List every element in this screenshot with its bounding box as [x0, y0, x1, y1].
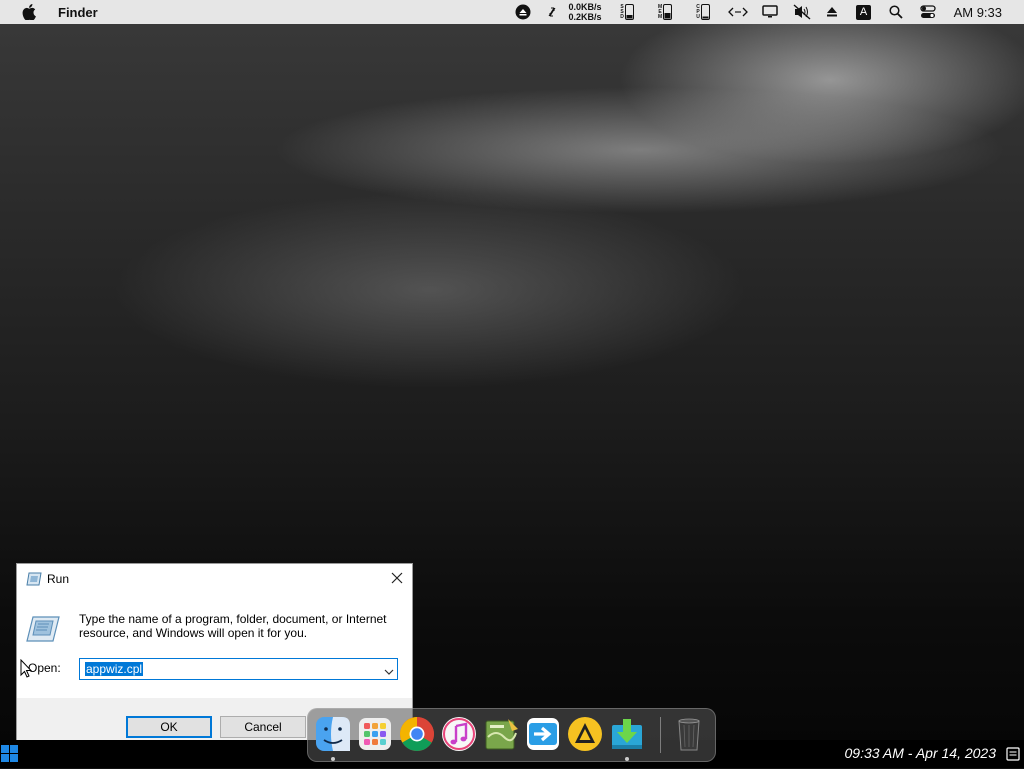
- network-download-speed: 0.2KB/s: [568, 12, 602, 22]
- itunes-icon[interactable]: [440, 715, 478, 753]
- network-speed: 0.0KB/s 0.2KB/s: [569, 2, 602, 22]
- cancel-button[interactable]: Cancel: [220, 716, 306, 738]
- trash-icon[interactable]: [670, 715, 708, 753]
- dock: [307, 708, 716, 762]
- vlc-icon[interactable]: [566, 715, 604, 753]
- menu-bar-clock[interactable]: AM 9:33: [954, 5, 1002, 20]
- network-upload-speed: 0.0KB/s: [568, 2, 602, 12]
- control-center-icon[interactable]: [916, 0, 940, 24]
- migration-assistant-icon[interactable]: [524, 715, 562, 753]
- run-program-icon: [26, 614, 60, 644]
- eject-circle-icon[interactable]: [513, 0, 533, 24]
- windows-start-icon[interactable]: [0, 744, 20, 764]
- ssd-gauge-icon: [624, 4, 634, 20]
- keyboard-input-icon[interactable]: A: [852, 0, 876, 24]
- run-dialog-body: Type the name of a program, folder, docu…: [17, 593, 412, 698]
- downloads-icon[interactable]: [608, 715, 646, 761]
- script-editor-icon[interactable]: [482, 715, 520, 753]
- active-app-name[interactable]: Finder: [58, 5, 98, 20]
- chevron-down-icon[interactable]: [384, 664, 394, 675]
- dock-separator: [660, 717, 661, 753]
- running-indicator: [625, 757, 629, 761]
- run-description: Type the name of a program, folder, docu…: [79, 612, 387, 640]
- cpu-monitor[interactable]: CPU: [688, 0, 718, 24]
- input-source-letter: A: [856, 4, 872, 20]
- display-icon[interactable]: [758, 0, 782, 24]
- chrome-icon[interactable]: [398, 715, 436, 753]
- ssd-monitor[interactable]: SSD: [612, 0, 642, 24]
- run-dialog-titlebar[interactable]: Run: [17, 564, 412, 593]
- menu-bar-status-area: 0.0KB/s 0.2KB/s SSD MEM CPU A AM 9:33: [513, 0, 1024, 24]
- open-label: Open:: [28, 661, 61, 675]
- cpu-gauge-icon: [700, 4, 710, 20]
- run-title-icon: [26, 572, 42, 586]
- notification-icon[interactable]: [1006, 747, 1020, 761]
- open-input-value[interactable]: appwiz.cpl: [85, 662, 144, 676]
- menu-bar: Finder 0.0KB/s 0.2KB/s SSD MEM CPU A AM …: [0, 0, 1024, 24]
- mouse-cursor-icon: [20, 658, 33, 679]
- ok-button[interactable]: OK: [126, 716, 212, 738]
- code-brackets-icon[interactable]: [726, 0, 750, 24]
- network-arrows-icon[interactable]: [541, 0, 563, 24]
- running-indicator: [331, 757, 335, 761]
- launchpad-icon[interactable]: [356, 715, 394, 753]
- open-combobox[interactable]: appwiz.cpl: [79, 658, 398, 680]
- apple-menu-icon[interactable]: [22, 4, 36, 20]
- close-icon[interactable]: [389, 570, 405, 586]
- run-dialog-title: Run: [47, 571, 70, 586]
- mute-icon[interactable]: [790, 0, 814, 24]
- mem-gauge-icon: [662, 4, 672, 20]
- taskbar-datetime[interactable]: 09:33 AM - Apr 14, 2023: [845, 745, 997, 761]
- eject-icon[interactable]: [820, 0, 844, 24]
- spotlight-search-icon[interactable]: [884, 0, 908, 24]
- finder-icon[interactable]: [314, 715, 352, 761]
- mem-monitor[interactable]: MEM: [650, 0, 680, 24]
